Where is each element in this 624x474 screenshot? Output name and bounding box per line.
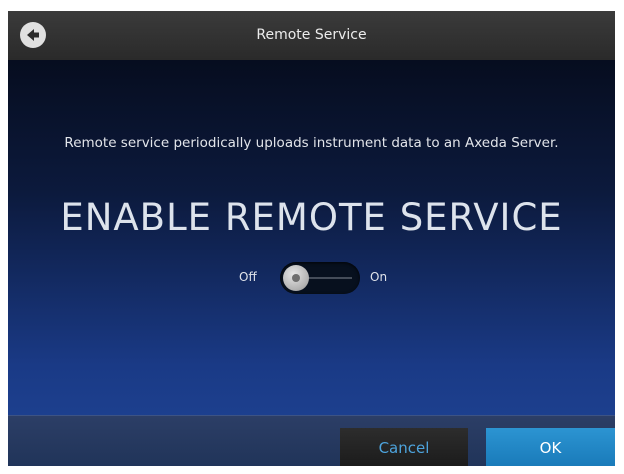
footer-bar: Cancel OK — [8, 415, 615, 466]
toggle-knob-center — [292, 274, 300, 282]
toggle-off-label: Off — [239, 270, 257, 284]
toggle-track — [306, 277, 352, 279]
description-text: Remote service periodically uploads inst… — [64, 135, 559, 151]
ok-button[interactable]: OK — [486, 428, 615, 466]
toggle-knob[interactable] — [283, 265, 309, 291]
title-bar: Remote Service — [8, 11, 615, 60]
remote-service-toggle-row: Off On — [8, 261, 615, 295]
cancel-button[interactable]: Cancel — [340, 428, 468, 466]
back-button[interactable] — [20, 22, 46, 48]
remote-service-toggle[interactable] — [280, 262, 360, 294]
arrow-left-circle-icon — [27, 29, 39, 41]
toggle-on-label: On — [370, 270, 388, 284]
page-title: Remote Service — [256, 27, 367, 43]
section-heading: ENABLE REMOTE SERVICE — [60, 196, 563, 239]
remote-service-screen: Remote Service Remote service periodical… — [8, 11, 615, 466]
